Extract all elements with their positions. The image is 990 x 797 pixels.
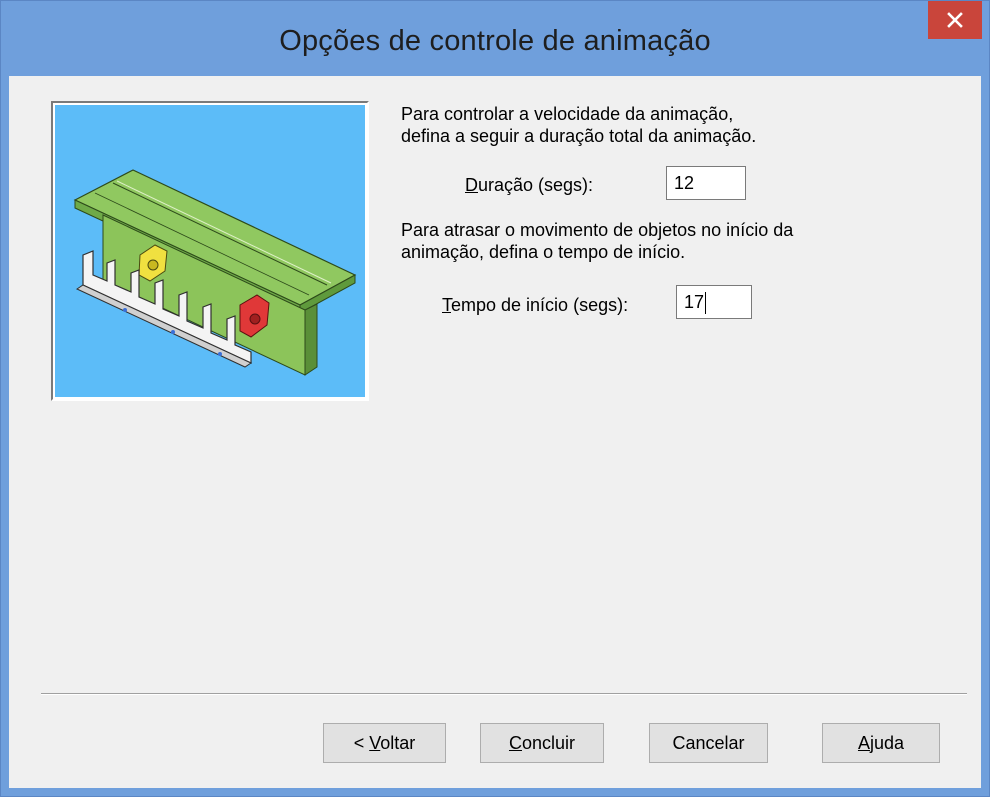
back-button-prefix: < bbox=[353, 733, 370, 753]
finish-button-label: oncluir bbox=[521, 733, 576, 753]
start-time-input[interactable]: 17 bbox=[676, 285, 752, 319]
finish-button-accel: C bbox=[508, 733, 522, 753]
duration-value: 12 bbox=[674, 173, 695, 193]
back-button-accel: V bbox=[369, 733, 381, 753]
finish-button[interactable]: Concluir bbox=[480, 723, 604, 763]
close-button[interactable] bbox=[928, 1, 982, 39]
dialog-window: Opções de controle de animação Para cont… bbox=[0, 0, 990, 797]
start-time-label-text: empo de início (segs): bbox=[451, 295, 629, 315]
help-button[interactable]: Ajuda bbox=[822, 723, 940, 763]
help-button-accel: A bbox=[857, 733, 870, 753]
back-button[interactable]: < Voltar bbox=[323, 723, 446, 763]
speed-description-line1: Para controlar a velocidade da animação, bbox=[401, 104, 734, 124]
start-time-label-accel: T bbox=[442, 295, 451, 315]
start-time-value: 17 bbox=[684, 292, 705, 312]
duration-input[interactable]: 12 bbox=[666, 166, 746, 200]
back-button-label: oltar bbox=[380, 733, 416, 753]
button-separator bbox=[41, 693, 967, 695]
duration-label: Duração (segs): bbox=[465, 175, 593, 196]
speed-description: Para controlar a velocidade da animação,… bbox=[401, 103, 871, 147]
delay-description-line2: animação, defina o tempo de início. bbox=[401, 242, 686, 262]
start-time-label: Tempo de início (segs): bbox=[442, 295, 628, 316]
close-icon bbox=[947, 12, 963, 28]
dialog-body: Para controlar a velocidade da animação,… bbox=[9, 76, 981, 788]
duration-label-text: uração (segs): bbox=[478, 175, 594, 195]
text-caret bbox=[705, 292, 707, 315]
delay-description-line1: Para atrasar o movimento de objetos no i… bbox=[401, 220, 794, 240]
mechanism-illustration bbox=[73, 169, 357, 376]
animation-preview-image bbox=[51, 101, 369, 401]
title-bar[interactable]: Opções de controle de animação bbox=[1, 1, 989, 76]
cancel-button-label: Cancelar bbox=[672, 733, 745, 753]
duration-label-accel: D bbox=[465, 175, 478, 195]
cancel-button[interactable]: Cancelar bbox=[649, 723, 768, 763]
speed-description-line2: defina a seguir a duração total da anima… bbox=[401, 126, 757, 146]
help-button-label: juda bbox=[869, 733, 905, 753]
delay-description: Para atrasar o movimento de objetos no i… bbox=[401, 219, 881, 263]
window-title: Opções de controle de animação bbox=[279, 25, 711, 57]
